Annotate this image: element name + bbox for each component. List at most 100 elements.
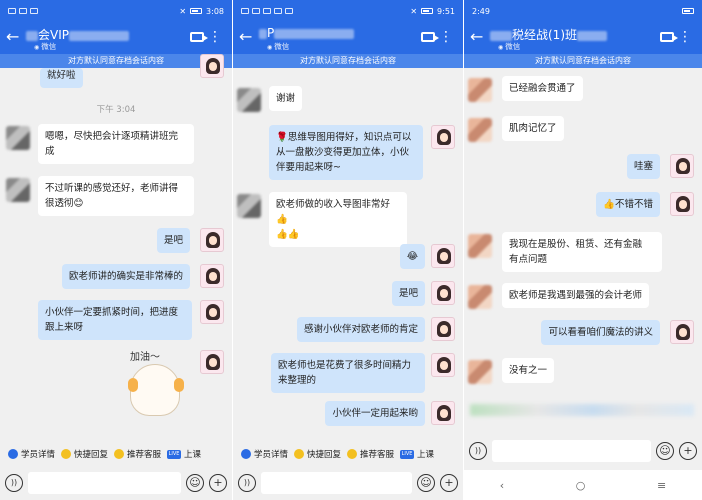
more-menu-icon[interactable]: ⋮ bbox=[208, 28, 222, 46]
avatar[interactable] bbox=[431, 353, 455, 377]
quick-reply[interactable]: 快捷回复 bbox=[61, 448, 108, 460]
avatar[interactable] bbox=[431, 317, 455, 341]
nav-home-icon[interactable]: ○ bbox=[576, 479, 586, 492]
avatar[interactable] bbox=[431, 125, 455, 149]
message-bubble[interactable]: 可以看看咱们魔法的讲义 bbox=[541, 320, 660, 345]
battery-icon bbox=[421, 8, 434, 14]
avatar[interactable] bbox=[200, 300, 224, 324]
emoji-icon[interactable]: ☺ bbox=[656, 442, 674, 460]
avatar[interactable] bbox=[200, 264, 224, 288]
message-input[interactable] bbox=[261, 472, 412, 494]
live-icon: LIVE bbox=[167, 449, 182, 459]
avatar[interactable] bbox=[431, 244, 455, 268]
more-menu-icon[interactable]: ⋮ bbox=[678, 28, 692, 46]
avatar[interactable] bbox=[468, 78, 492, 102]
avatar[interactable] bbox=[237, 88, 261, 112]
message-bubble[interactable]: 🌹思维导图用得好，知识点可以 从一盘散沙变得更加立体，小伙 伴要用起来呀~ bbox=[269, 125, 423, 180]
message-bubble[interactable]: 没有之一 bbox=[502, 358, 555, 383]
person-icon bbox=[8, 449, 18, 459]
quick-class[interactable]: LIVE 上课 bbox=[400, 448, 434, 460]
message-input[interactable] bbox=[28, 472, 181, 494]
avatar[interactable] bbox=[200, 350, 224, 374]
chat-header: ← 税经战(1)班 微信 ⋮ bbox=[464, 22, 702, 54]
avatar[interactable] bbox=[468, 118, 492, 142]
message-bubble[interactable]: 我现在是股份、租赁、还有金融 有点问题 bbox=[502, 232, 662, 272]
message-bubble[interactable]: 欧老师做的收入导图非常好👍 👍👍 bbox=[269, 192, 407, 247]
avatar[interactable] bbox=[431, 281, 455, 305]
nav-recent-icon[interactable]: ≡ bbox=[657, 479, 666, 492]
quick-recommend-service[interactable]: 推荐客服 bbox=[114, 448, 161, 460]
wechat-label: 微信 bbox=[267, 41, 289, 52]
battery-icon bbox=[190, 8, 203, 14]
avatar[interactable] bbox=[468, 360, 492, 384]
voice-icon[interactable]: )) bbox=[238, 474, 256, 492]
battery-icon bbox=[682, 8, 694, 14]
quick-student-details[interactable]: 学员详情 bbox=[241, 448, 288, 460]
avatar[interactable] bbox=[670, 154, 694, 178]
avatar[interactable] bbox=[6, 178, 30, 202]
voice-icon[interactable]: )) bbox=[5, 474, 23, 492]
message-bubble[interactable]: 感谢小伙伴对欧老师的肯定 bbox=[296, 317, 425, 342]
quick-reply[interactable]: 快捷回复 bbox=[294, 448, 341, 460]
emoji-icon[interactable]: ☺ bbox=[417, 474, 435, 492]
message-bubble[interactable]: 👍不错不错 bbox=[596, 192, 660, 217]
message-bubble[interactable]: 哇塞 bbox=[626, 154, 660, 179]
message-bubble[interactable]: 不过听课的感觉还好，老师讲得 很透彻😊 bbox=[38, 176, 194, 216]
message-bubble[interactable]: 小伙伴一定要抓紧时间，把进度 跟上来呀 bbox=[38, 300, 192, 340]
clock: 9:51 bbox=[437, 6, 455, 16]
message-bubble[interactable]: 已经融会贯通了 bbox=[502, 76, 583, 101]
sticker[interactable]: 加油～ bbox=[120, 348, 200, 428]
sticker-character-icon bbox=[130, 364, 180, 416]
message-bubble[interactable]: 嗯嗯，尽快把会计逐项精讲班完 成 bbox=[38, 124, 194, 164]
mute-icon: ✕ bbox=[410, 6, 418, 16]
message-bubble[interactable]: 谢谢 bbox=[269, 86, 303, 111]
message-bubble[interactable]: 欧老师讲的确实是非常棒的 bbox=[61, 264, 190, 289]
message-bubble[interactable]: 欧老师是我遇到最强的会计老师 bbox=[502, 283, 650, 308]
quick-student-details[interactable]: 学员详情 bbox=[8, 448, 55, 460]
input-bar: )) ☺ + bbox=[464, 436, 702, 466]
message-bubble[interactable]: 欧老师也是花费了很多时间精力 来整理的 bbox=[271, 353, 425, 393]
more-menu-icon[interactable]: ⋮ bbox=[439, 28, 453, 46]
message-bubble[interactable]: 肌肉记忆了 bbox=[502, 116, 564, 141]
archive-notice: 对方默认同意存档会话内容 bbox=[464, 54, 702, 68]
voice-icon[interactable]: )) bbox=[469, 442, 487, 460]
message-input[interactable] bbox=[492, 440, 651, 462]
message-bubble[interactable]: 是吧 bbox=[156, 228, 190, 253]
chat-panel-3: 2:49 ← 税经战(1)班 微信 ⋮ 对方默认同意存档会话内容 已经融会贯通了… bbox=[464, 0, 702, 500]
video-call-icon[interactable] bbox=[190, 32, 208, 42]
avatar[interactable] bbox=[6, 126, 30, 150]
obscured-strip bbox=[470, 404, 694, 416]
message-bubble[interactable]: 小伙伴一定用起来哟 bbox=[325, 401, 425, 426]
system-nav-bar: ‹ ○ ≡ bbox=[464, 470, 702, 500]
input-bar: )) ☺ + bbox=[233, 468, 463, 498]
clock: 3:08 bbox=[206, 6, 224, 16]
quick-class[interactable]: LIVE 上课 bbox=[167, 448, 201, 460]
back-arrow-icon[interactable]: ← bbox=[470, 28, 483, 46]
avatar[interactable] bbox=[468, 234, 492, 258]
status-bar: ✕ 9:51 bbox=[233, 0, 463, 22]
message-bubble[interactable]: 😂 bbox=[399, 244, 425, 269]
avatar[interactable] bbox=[468, 285, 492, 309]
nav-back-icon[interactable]: ‹ bbox=[500, 479, 504, 492]
quick-recommend-service[interactable]: 推荐客服 bbox=[347, 448, 394, 460]
message-bubble[interactable]: 就好啦 bbox=[40, 68, 83, 88]
message-bubble[interactable]: 是吧 bbox=[391, 281, 425, 306]
avatar[interactable] bbox=[237, 194, 261, 218]
avatar[interactable] bbox=[431, 401, 455, 425]
back-arrow-icon[interactable]: ← bbox=[6, 28, 19, 46]
avatar[interactable] bbox=[670, 192, 694, 216]
archive-notice: 对方默认同意存档会话内容 bbox=[0, 54, 232, 68]
avatar[interactable] bbox=[670, 320, 694, 344]
notification-icons bbox=[241, 8, 293, 14]
back-arrow-icon[interactable]: ← bbox=[239, 28, 252, 46]
video-call-icon[interactable] bbox=[421, 32, 439, 42]
plus-icon[interactable]: + bbox=[209, 474, 227, 492]
avatar[interactable] bbox=[200, 54, 224, 78]
quick-reply-icon bbox=[294, 449, 305, 459]
plus-icon[interactable]: + bbox=[440, 474, 458, 492]
service-icon bbox=[114, 449, 125, 459]
plus-icon[interactable]: + bbox=[679, 442, 697, 460]
avatar[interactable] bbox=[200, 228, 224, 252]
video-call-icon[interactable] bbox=[660, 32, 678, 42]
emoji-icon[interactable]: ☺ bbox=[186, 474, 204, 492]
